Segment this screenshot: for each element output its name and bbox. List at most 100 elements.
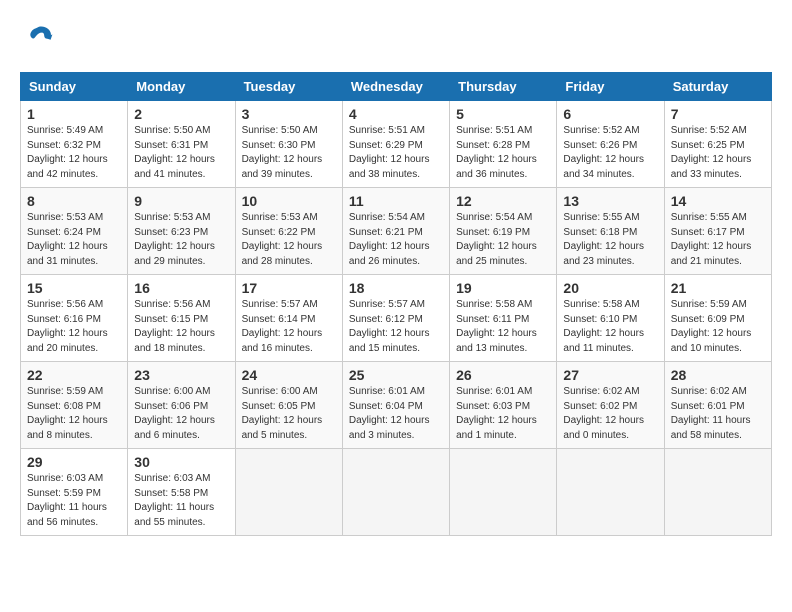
calendar-cell: 12Sunrise: 5:54 AM Sunset: 6:19 PM Dayli… <box>450 188 557 275</box>
day-number: 23 <box>134 367 228 383</box>
day-number: 14 <box>671 193 765 209</box>
day-number: 4 <box>349 106 443 122</box>
calendar-cell: 21Sunrise: 5:59 AM Sunset: 6:09 PM Dayli… <box>664 275 771 362</box>
week-row-2: 8Sunrise: 5:53 AM Sunset: 6:24 PM Daylig… <box>21 188 772 275</box>
calendar-cell: 16 Sunrise: 5:56 AM Sunset: 6:15 PM Dayli… <box>128 275 235 362</box>
calendar-cell: 18 Sunrise: 5:57 AM Sunset: 6:12 PM Dayli… <box>342 275 449 362</box>
day-info: Sunrise: 5:55 AM Sunset: 6:18 PM Dayligh… <box>563 211 657 269</box>
col-header-friday: Friday <box>557 73 664 101</box>
day-number: 1 <box>27 106 121 122</box>
col-header-wednesday: Wednesday <box>342 73 449 101</box>
day-info: Sunrise: 5:53 AM Sunset: 6:22 PM Dayligh… <box>242 211 336 269</box>
day-info: Sunrise: 5:50 AM Sunset: 6:31 PM Dayligh… <box>134 124 228 182</box>
calendar-cell: 30 Sunrise: 6:03 AM Sunset: 5:58 PM Dayli… <box>128 449 235 536</box>
day-info: Sunrise: 5:52 AM Sunset: 6:25 PM Dayligh… <box>671 124 765 182</box>
calendar-cell <box>664 449 771 536</box>
logo <box>20 20 60 56</box>
week-row-4: 22 Sunrise: 5:59 AM Sunset: 6:08 PM Dayli… <box>21 362 772 449</box>
calendar-cell <box>557 449 664 536</box>
day-info: Sunrise: 6:00 AM Sunset: 6:06 PM Dayligh… <box>134 385 228 443</box>
calendar-cell: 26 Sunrise: 6:01 AM Sunset: 6:03 PM Dayli… <box>450 362 557 449</box>
day-number: 11 <box>349 193 443 209</box>
calendar-cell: 1 Sunrise: 5:49 AM Sunset: 6:32 PM Daylig… <box>21 101 128 188</box>
day-info: Sunrise: 5:52 AM Sunset: 6:26 PM Dayligh… <box>563 124 657 182</box>
day-info: Sunrise: 5:57 AM Sunset: 6:12 PM Dayligh… <box>349 298 443 356</box>
day-info: Sunrise: 5:56 AM Sunset: 6:15 PM Dayligh… <box>134 298 228 356</box>
calendar-cell: 15 Sunrise: 5:56 AM Sunset: 6:16 PM Dayli… <box>21 275 128 362</box>
day-info: Sunrise: 5:55 AM Sunset: 6:17 PM Dayligh… <box>671 211 765 269</box>
calendar-header-row: SundayMondayTuesdayWednesdayThursdayFrid… <box>21 73 772 101</box>
day-info: Sunrise: 5:58 AM Sunset: 6:11 PM Dayligh… <box>456 298 550 356</box>
calendar-cell: 5 Sunrise: 5:51 AM Sunset: 6:28 PM Daylig… <box>450 101 557 188</box>
day-number: 16 <box>134 280 228 296</box>
day-info: Sunrise: 6:02 AM Sunset: 6:02 PM Dayligh… <box>563 385 657 443</box>
day-number: 3 <box>242 106 336 122</box>
col-header-saturday: Saturday <box>664 73 771 101</box>
calendar-cell: 8Sunrise: 5:53 AM Sunset: 6:24 PM Daylig… <box>21 188 128 275</box>
day-number: 21 <box>671 280 765 296</box>
day-info: Sunrise: 5:53 AM Sunset: 6:23 PM Dayligh… <box>134 211 228 269</box>
day-info: Sunrise: 5:50 AM Sunset: 6:30 PM Dayligh… <box>242 124 336 182</box>
day-number: 29 <box>27 454 121 470</box>
calendar-cell: 23 Sunrise: 6:00 AM Sunset: 6:06 PM Dayli… <box>128 362 235 449</box>
day-number: 19 <box>456 280 550 296</box>
calendar-cell <box>342 449 449 536</box>
day-number: 13 <box>563 193 657 209</box>
day-number: 24 <box>242 367 336 383</box>
page-header <box>20 20 772 56</box>
calendar-cell: 13 Sunrise: 5:55 AM Sunset: 6:18 PM Dayli… <box>557 188 664 275</box>
day-number: 15 <box>27 280 121 296</box>
day-info: Sunrise: 6:03 AM Sunset: 5:59 PM Dayligh… <box>27 472 121 530</box>
calendar-cell: 6 Sunrise: 5:52 AM Sunset: 6:26 PM Daylig… <box>557 101 664 188</box>
calendar-cell: 11 Sunrise: 5:54 AM Sunset: 6:21 PM Dayli… <box>342 188 449 275</box>
week-row-3: 15 Sunrise: 5:56 AM Sunset: 6:16 PM Dayli… <box>21 275 772 362</box>
day-info: Sunrise: 5:51 AM Sunset: 6:28 PM Dayligh… <box>456 124 550 182</box>
calendar-cell: 20Sunrise: 5:58 AM Sunset: 6:10 PM Dayli… <box>557 275 664 362</box>
calendar-cell: 10 Sunrise: 5:53 AM Sunset: 6:22 PM Dayli… <box>235 188 342 275</box>
calendar-cell: 29 Sunrise: 6:03 AM Sunset: 5:59 PM Dayli… <box>21 449 128 536</box>
calendar-cell: 17 Sunrise: 5:57 AM Sunset: 6:14 PM Dayli… <box>235 275 342 362</box>
day-number: 10 <box>242 193 336 209</box>
week-row-1: 1 Sunrise: 5:49 AM Sunset: 6:32 PM Daylig… <box>21 101 772 188</box>
day-info: Sunrise: 5:57 AM Sunset: 6:14 PM Dayligh… <box>242 298 336 356</box>
day-info: Sunrise: 5:49 AM Sunset: 6:32 PM Dayligh… <box>27 124 121 182</box>
col-header-thursday: Thursday <box>450 73 557 101</box>
day-info: Sunrise: 5:54 AM Sunset: 6:19 PM Dayligh… <box>456 211 550 269</box>
day-number: 9 <box>134 193 228 209</box>
calendar-cell: 24Sunrise: 6:00 AM Sunset: 6:05 PM Dayli… <box>235 362 342 449</box>
calendar-table: SundayMondayTuesdayWednesdayThursdayFrid… <box>20 72 772 536</box>
day-number: 5 <box>456 106 550 122</box>
day-info: Sunrise: 5:54 AM Sunset: 6:21 PM Dayligh… <box>349 211 443 269</box>
day-number: 26 <box>456 367 550 383</box>
day-info: Sunrise: 6:01 AM Sunset: 6:04 PM Dayligh… <box>349 385 443 443</box>
day-number: 22 <box>27 367 121 383</box>
day-number: 7 <box>671 106 765 122</box>
week-row-5: 29 Sunrise: 6:03 AM Sunset: 5:59 PM Dayli… <box>21 449 772 536</box>
calendar-cell: 7 Sunrise: 5:52 AM Sunset: 6:25 PM Daylig… <box>664 101 771 188</box>
calendar-cell: 19 Sunrise: 5:58 AM Sunset: 6:11 PM Dayli… <box>450 275 557 362</box>
day-number: 2 <box>134 106 228 122</box>
col-header-monday: Monday <box>128 73 235 101</box>
day-number: 20 <box>563 280 657 296</box>
day-info: Sunrise: 5:56 AM Sunset: 6:16 PM Dayligh… <box>27 298 121 356</box>
day-info: Sunrise: 6:02 AM Sunset: 6:01 PM Dayligh… <box>671 385 765 443</box>
day-number: 28 <box>671 367 765 383</box>
day-number: 17 <box>242 280 336 296</box>
calendar-cell: 2 Sunrise: 5:50 AM Sunset: 6:31 PM Daylig… <box>128 101 235 188</box>
calendar-cell: 22 Sunrise: 5:59 AM Sunset: 6:08 PM Dayli… <box>21 362 128 449</box>
day-number: 30 <box>134 454 228 470</box>
calendar-cell <box>450 449 557 536</box>
day-number: 18 <box>349 280 443 296</box>
day-info: Sunrise: 5:59 AM Sunset: 6:08 PM Dayligh… <box>27 385 121 443</box>
day-info: Sunrise: 5:53 AM Sunset: 6:24 PM Dayligh… <box>27 211 121 269</box>
day-info: Sunrise: 6:01 AM Sunset: 6:03 PM Dayligh… <box>456 385 550 443</box>
calendar-cell: 27Sunrise: 6:02 AM Sunset: 6:02 PM Dayli… <box>557 362 664 449</box>
logo-icon <box>20 20 56 56</box>
calendar-cell: 25Sunrise: 6:01 AM Sunset: 6:04 PM Dayli… <box>342 362 449 449</box>
day-info: Sunrise: 6:03 AM Sunset: 5:58 PM Dayligh… <box>134 472 228 530</box>
calendar-cell: 4 Sunrise: 5:51 AM Sunset: 6:29 PM Daylig… <box>342 101 449 188</box>
calendar-cell: 9 Sunrise: 5:53 AM Sunset: 6:23 PM Daylig… <box>128 188 235 275</box>
day-info: Sunrise: 5:51 AM Sunset: 6:29 PM Dayligh… <box>349 124 443 182</box>
day-number: 6 <box>563 106 657 122</box>
col-header-sunday: Sunday <box>21 73 128 101</box>
